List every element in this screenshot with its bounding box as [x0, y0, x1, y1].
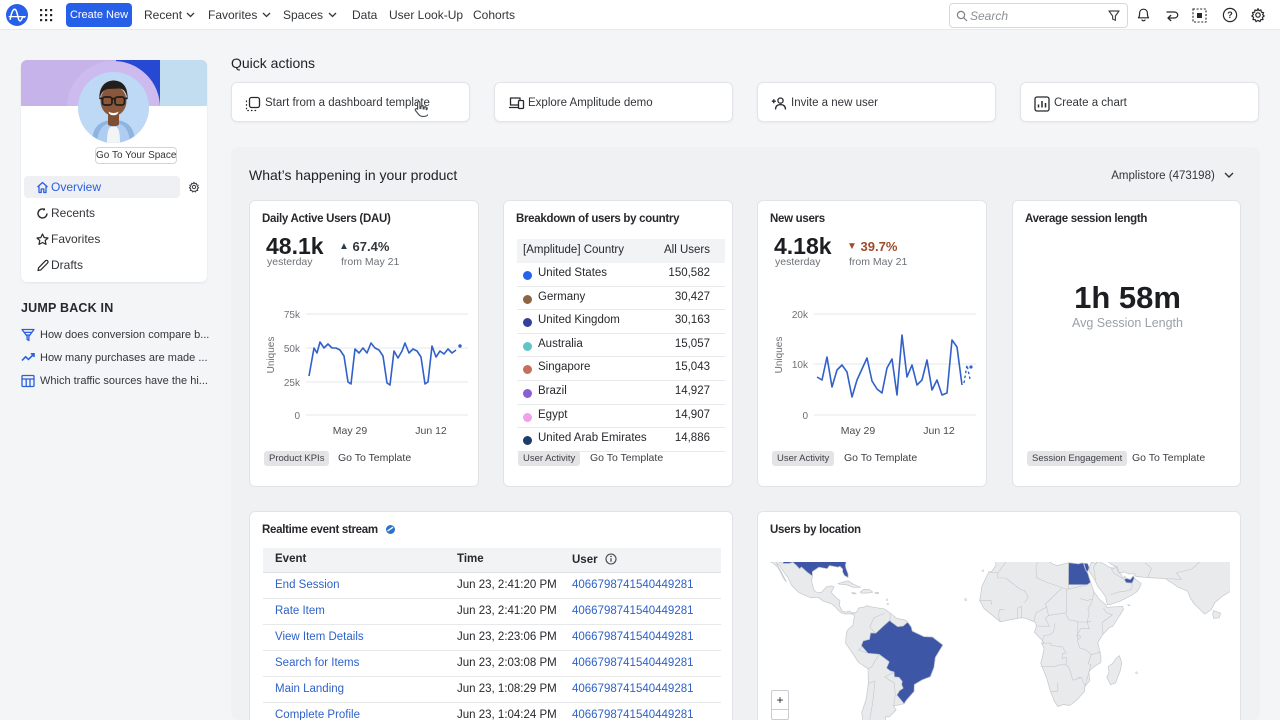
svg-text:50k: 50k — [284, 344, 301, 355]
svg-text:?: ? — [1227, 10, 1233, 20]
svg-text:Jun 12: Jun 12 — [923, 425, 955, 437]
svg-text:Jun 12: Jun 12 — [415, 425, 447, 437]
svg-text:20k: 20k — [792, 310, 809, 321]
svg-text:Uniques: Uniques — [266, 337, 277, 374]
svg-text:May 29: May 29 — [841, 425, 876, 437]
svg-text:75k: 75k — [284, 310, 301, 321]
svg-text:May 29: May 29 — [333, 425, 368, 437]
svg-text:Uniques: Uniques — [774, 337, 785, 374]
svg-text:0: 0 — [802, 411, 808, 422]
svg-text:25k: 25k — [284, 378, 301, 389]
svg-text:0: 0 — [294, 411, 300, 422]
svg-text:10k: 10k — [792, 360, 809, 371]
